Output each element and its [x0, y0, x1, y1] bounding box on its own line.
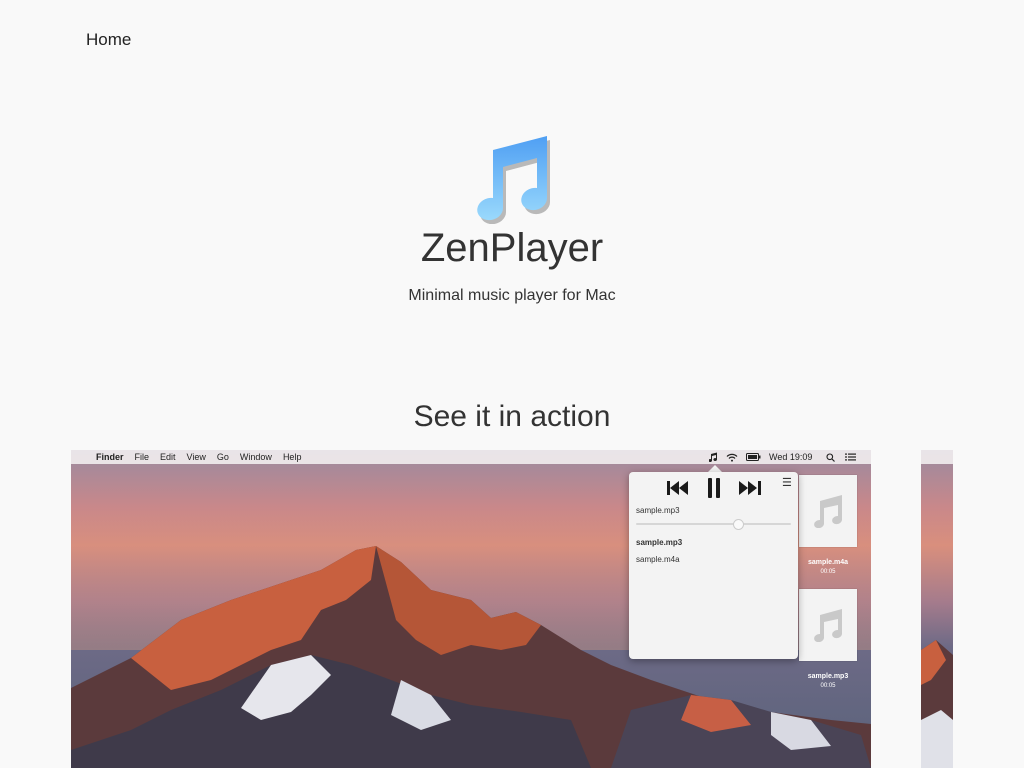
menubar-clock[interactable]: Wed 19:09	[769, 452, 812, 462]
search-icon[interactable]	[826, 452, 836, 462]
playlist-item[interactable]: sample.mp3	[636, 538, 682, 547]
music-note-icon	[814, 609, 842, 642]
menu-window[interactable]: Window	[240, 450, 272, 464]
screenshot-carousel[interactable]: Finder File Edit View Go Window Help Wed…	[0, 450, 1024, 768]
player-menu-icon[interactable]: ☰	[782, 476, 792, 489]
menu-edit[interactable]: Edit	[160, 450, 176, 464]
wifi-icon[interactable]	[726, 453, 738, 462]
app-tagline: Minimal music player for Mac	[408, 287, 616, 304]
progress-slider-track[interactable]	[636, 523, 791, 525]
desktop-file-name: sample.mp3	[807, 673, 849, 680]
desktop-file-duration: 00:05	[820, 683, 836, 689]
next-track-icon[interactable]	[739, 480, 761, 496]
now-playing-title: sample.mp3	[636, 506, 680, 515]
carousel-slide-screenshot[interactable]: Finder File Edit View Go Window Help Wed…	[71, 450, 871, 768]
pause-icon[interactable]	[707, 478, 721, 498]
previous-track-icon[interactable]	[667, 480, 689, 496]
menu-bar: Finder File Edit View Go Window Help Wed…	[71, 450, 871, 464]
carousel-slide-next[interactable]	[921, 450, 953, 768]
app-title: ZenPlayer	[420, 226, 604, 270]
desktop-file-duration: 00:05	[820, 569, 836, 575]
menu-view[interactable]: View	[187, 450, 206, 464]
desktop-file-thumbnail[interactable]	[799, 589, 857, 661]
popup-arrow	[708, 465, 722, 472]
menu-go[interactable]: Go	[217, 450, 229, 464]
desktop-file-name: sample.m4a	[807, 559, 849, 566]
progress-slider-knob[interactable]	[733, 519, 745, 530]
menu-help[interactable]: Help	[283, 450, 302, 464]
music-note-icon	[477, 136, 551, 224]
battery-icon[interactable]	[746, 453, 761, 461]
menubar-status-area: Wed 19:09	[709, 450, 857, 464]
music-note-icon	[814, 495, 842, 528]
mountain-wallpaper	[921, 640, 953, 768]
list-icon[interactable]	[845, 453, 857, 461]
menu-file[interactable]: File	[135, 450, 150, 464]
menu-finder[interactable]: Finder	[96, 450, 124, 464]
desktop-file-thumbnail[interactable]	[799, 475, 857, 547]
player-popup: ☰ sample.mp3 sample.mp3 sample.m4a	[629, 472, 798, 659]
nav-home-link[interactable]: Home	[86, 30, 131, 50]
section-heading: See it in action	[413, 400, 611, 433]
playlist-item[interactable]: sample.m4a	[636, 555, 680, 564]
music-note-icon[interactable]	[709, 452, 718, 462]
page: Home ZenPlayer Minimal music player for …	[0, 0, 1024, 768]
